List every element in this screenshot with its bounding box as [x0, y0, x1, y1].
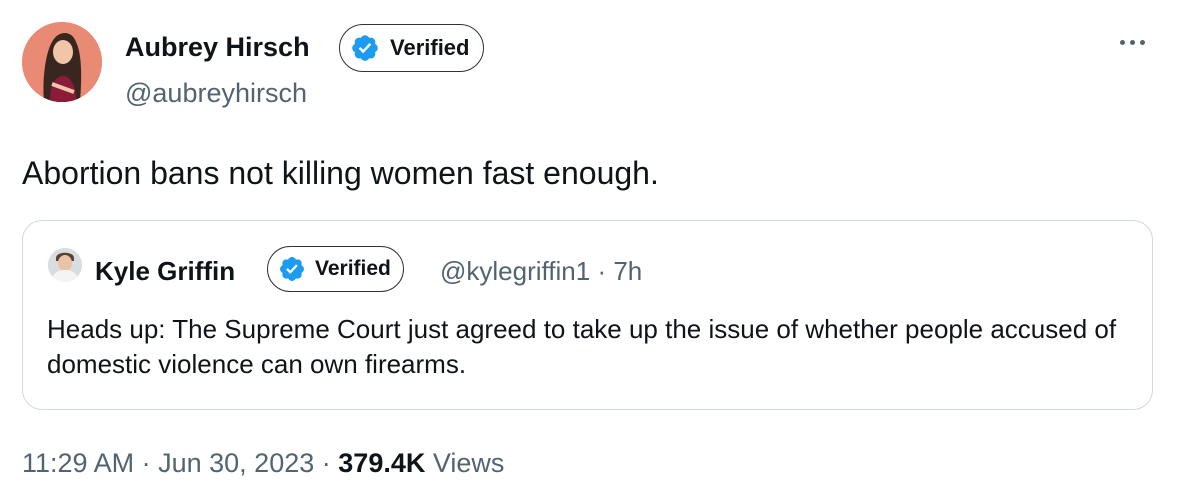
quoted-avatar-image [48, 248, 82, 282]
views-label: Views [432, 448, 505, 478]
tweet-text: Abortion bans not killing women fast eno… [22, 155, 659, 191]
separator: · [141, 448, 151, 478]
separator: · [597, 256, 607, 286]
quoted-meta: @kylegriffin1 · 7h [440, 255, 642, 287]
more-horizontal-icon [1119, 39, 1125, 45]
author-avatar[interactable] [22, 22, 102, 102]
author-avatar-image [22, 22, 102, 102]
verified-label: Verified [390, 35, 470, 60]
more-button[interactable] [1112, 27, 1152, 57]
quoted-author-avatar[interactable] [48, 248, 82, 282]
author-name[interactable]: Aubrey Hirsch [125, 30, 310, 64]
views-count: 379.4K [338, 448, 426, 478]
verified-badge[interactable]: Verified [339, 24, 485, 72]
verified-badge-icon [280, 257, 304, 281]
quoted-tweet-text: Heads up: The Supreme Court just agreed … [47, 314, 1117, 379]
quoted-author-name: Kyle Griffin [95, 256, 236, 286]
quoted-verified-badge: Verified [267, 246, 404, 292]
verified-label: Verified [315, 257, 391, 280]
tweet-time: 11:29 AM [22, 448, 135, 478]
tweet-footer: 11:29 AM · Jun 30, 2023 · 379.4K Views [22, 446, 504, 480]
verified-badge-icon [352, 35, 378, 61]
quoted-age: 7h [613, 256, 643, 286]
timestamp-link[interactable]: 11:29 AM · Jun 30, 2023 [22, 448, 314, 478]
quoted-handle: @kylegriffin1 [440, 256, 591, 286]
quoted-tweet-card[interactable]: Kyle Griffin Verified @kylegriffin1 · 7h… [22, 220, 1153, 410]
separator: · [321, 448, 331, 478]
tweet-date: Jun 30, 2023 [158, 448, 315, 478]
author-handle[interactable]: @aubreyhirsch [125, 76, 307, 110]
